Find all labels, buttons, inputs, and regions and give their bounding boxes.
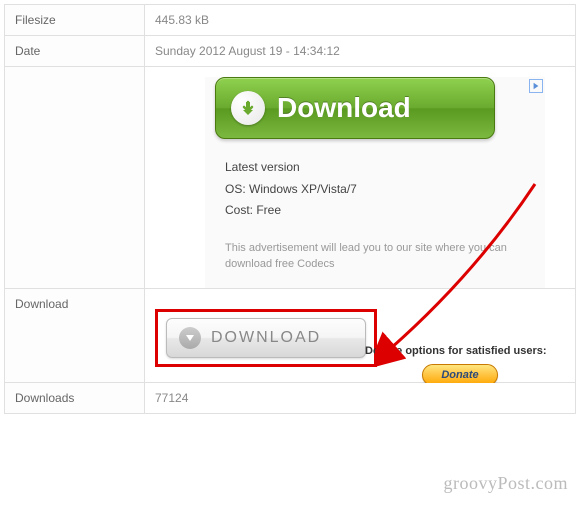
donate-label: Donate options for satisfied users: [365, 344, 555, 359]
ad-button-label: Download [277, 92, 411, 124]
ad-download-button[interactable]: Download [215, 77, 495, 139]
row-advertisement: Download Latest version OS: Windows XP/V… [5, 67, 575, 289]
ad-info-os: OS: Windows XP/Vista/7 [225, 179, 525, 201]
adchoices-icon[interactable] [529, 79, 543, 93]
value-date: Sunday 2012 August 19 - 14:34:12 [145, 36, 575, 66]
value-ad: Download Latest version OS: Windows XP/V… [145, 67, 575, 288]
download-arrow-icon [231, 91, 265, 125]
label-downloads: Downloads [5, 383, 145, 413]
download-button-label: DOWNLOAD [211, 329, 321, 347]
row-date: Date Sunday 2012 August 19 - 14:34:12 [5, 36, 575, 67]
row-downloads-count: Downloads 77124 [5, 383, 575, 413]
value-downloads: 77124 [145, 383, 575, 413]
download-arrow-icon [179, 327, 201, 349]
watermark-text: groovyPost.com [443, 473, 568, 494]
ad-disclaimer-text: This advertisement will lead you to our … [205, 230, 545, 273]
row-filesize: Filesize 445.83 kB [5, 5, 575, 36]
advertisement-box: Download Latest version OS: Windows XP/V… [205, 77, 545, 288]
label-ad-empty [5, 67, 145, 288]
real-download-button[interactable]: DOWNLOAD [166, 318, 366, 358]
ad-info-block: Latest version OS: Windows XP/Vista/7 Co… [205, 139, 545, 230]
label-date: Date [5, 36, 145, 66]
info-table: Filesize 445.83 kB Date Sunday 2012 Augu… [4, 4, 576, 414]
value-download: DOWNLOAD Donate options for satisfied us… [145, 289, 575, 382]
label-filesize: Filesize [5, 5, 145, 35]
highlight-annotation: DOWNLOAD [155, 309, 377, 367]
ad-info-cost: Cost: Free [225, 200, 525, 222]
label-download: Download [5, 289, 145, 382]
row-download: Download DOWNLOAD Donate options for sat… [5, 289, 575, 383]
value-filesize: 445.83 kB [145, 5, 575, 35]
ad-info-version: Latest version [225, 157, 525, 179]
